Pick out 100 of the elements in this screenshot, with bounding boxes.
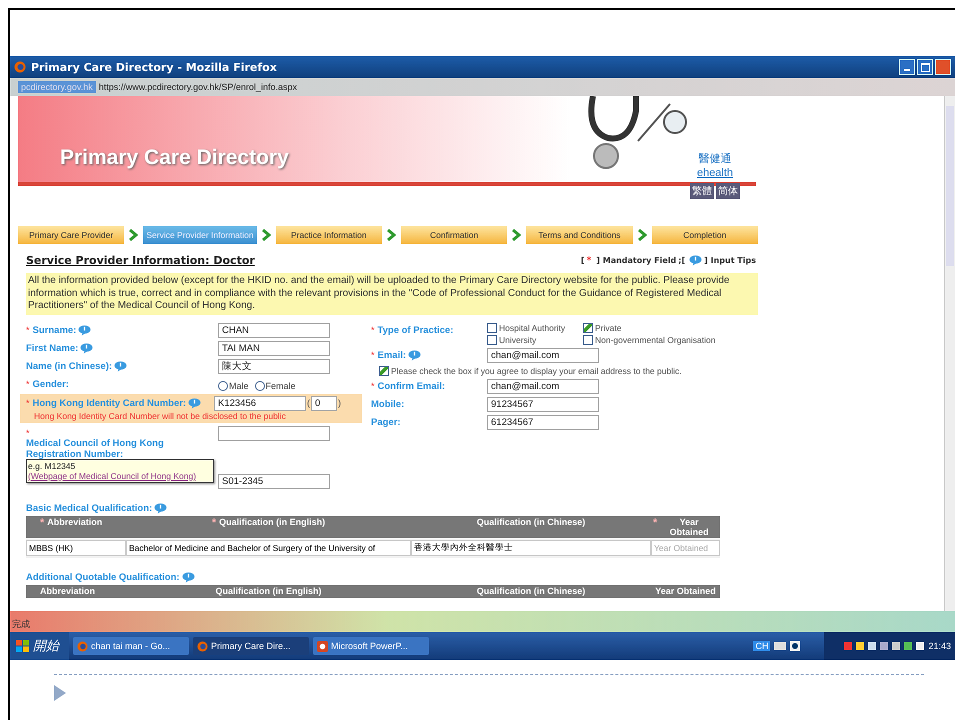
- text-field[interactable]: 陳大文: [218, 358, 330, 374]
- windows-flag-icon: [16, 640, 29, 652]
- field-label: First Name:: [26, 342, 78, 354]
- text-field[interactable]: [218, 426, 330, 440]
- presentation-icon: [317, 640, 328, 652]
- field-label: Mobile:: [371, 398, 404, 410]
- language-button[interactable]: 简体: [716, 183, 740, 199]
- minimize-button[interactable]: [899, 59, 915, 75]
- text-field[interactable]: S01-2345: [218, 474, 330, 488]
- text-field[interactable]: CHAN: [218, 322, 330, 338]
- speech-bubble-icon[interactable]: [689, 255, 702, 266]
- radio-button[interactable]: Male: [218, 380, 249, 390]
- table-cell-field[interactable]: MBBS (HK): [26, 540, 126, 556]
- notice-text: All the information provided below (except for the HKID no. and the email) will be uploaded to the Primary Care Directory website for the public. Please provide information which is true, correct and in compliance with the relevant provisions in the "Code of Professional Conduct for the Guidance of Registered Medical Practitioners" of the Medical Council of Hong Kong.: [26, 273, 758, 314]
- field-label: Surname:: [32, 324, 76, 336]
- speech-bubble-icon[interactable]: [80, 342, 94, 354]
- column-header: Qualification (in Chinese): [476, 516, 586, 529]
- table-cell-field[interactable]: Bachelor of Medicine and Bachelor of Surgery of the University of: [126, 540, 411, 556]
- required-asterisk: *: [371, 350, 375, 360]
- field-label: Gender:: [32, 378, 69, 390]
- text-field[interactable]: 61234567: [487, 414, 599, 430]
- column-header: Qualification (in Chinese): [476, 586, 586, 596]
- required-asterisk: *: [371, 325, 375, 335]
- text-field[interactable]: K123456: [214, 396, 306, 410]
- checkbox[interactable]: Non-governmental Organisation: [583, 334, 733, 344]
- speech-bubble-icon[interactable]: [408, 350, 422, 360]
- language-button[interactable]: 繁體: [690, 183, 714, 199]
- maximize-button[interactable]: [917, 59, 933, 75]
- chevron-icon: [129, 229, 138, 241]
- scrollbar[interactable]: [944, 96, 955, 611]
- section-heading: Service Provider Information: Doctor: [26, 254, 255, 267]
- legend-text: ] Mandatory Field: [596, 256, 676, 265]
- field-label: Pager:: [371, 416, 401, 428]
- taskbar-button[interactable]: Microsoft PowerP...: [313, 637, 429, 655]
- text-field[interactable]: TAI MAN: [218, 340, 330, 356]
- field-label: Name (in Chinese):: [26, 360, 112, 372]
- webpage-link[interactable]: (Webpage of Medical Council of Hong Kong): [28, 470, 212, 480]
- tooltip-text: e.g. M12345: [28, 460, 76, 470]
- checkbox[interactable]: Hospital Authority: [487, 322, 583, 332]
- legend-text: ] Input Tips: [704, 256, 756, 265]
- chevron-icon: [386, 229, 396, 241]
- field-label: Hong Kong Identity Card Number:: [32, 398, 186, 408]
- speech-bubble-icon[interactable]: [78, 324, 92, 336]
- text-field[interactable]: chan@mail.com: [487, 378, 599, 394]
- column-header: Qualification (in English): [215, 586, 322, 596]
- required-asterisk: *: [26, 325, 30, 335]
- required-asterisk: *: [653, 516, 658, 530]
- checkbox[interactable]: Private: [583, 322, 733, 332]
- firefox-icon: [197, 640, 208, 652]
- step-tab[interactable]: Completion: [652, 226, 758, 244]
- field-label: Confirm Email:: [378, 380, 446, 392]
- required-asterisk: *: [371, 381, 375, 391]
- speech-bubble-icon[interactable]: [188, 398, 202, 408]
- speech-bubble-icon[interactable]: [182, 572, 195, 582]
- text-field[interactable]: chan@mail.com: [487, 348, 599, 362]
- bracket-text: (: [307, 398, 310, 408]
- chevron-icon: [262, 229, 271, 241]
- logo-text: 醫健通: [698, 151, 732, 166]
- table-cell-field[interactable]: Year Obtained: [651, 540, 720, 556]
- warning-text: Hong Kong Identity Card Number will not be disclosed to the public: [33, 410, 287, 420]
- keyboard-icon[interactable]: [774, 642, 786, 650]
- radio-button[interactable]: Female: [254, 380, 296, 390]
- section-title: Additional Quotable Qualification:: [26, 572, 180, 582]
- tray-icons-drawing[interactable]: [844, 640, 924, 652]
- triangle-bullet-icon: [54, 685, 66, 701]
- taskbar-button[interactable]: Primary Care Dire...: [193, 637, 309, 655]
- logo-text: ehealth: [696, 167, 734, 179]
- chevron-icon: [512, 229, 522, 241]
- column-header: Year Obtained: [668, 516, 710, 536]
- address-field[interactable]: https://www.pcdirectory.gov.hk/SP/enrol_info.aspx: [98, 82, 297, 92]
- bracket-text: ): [338, 398, 341, 408]
- check-digit-field[interactable]: 0: [311, 396, 337, 410]
- section-title: Basic Medical Qualification:: [26, 502, 152, 514]
- field-label: Email:: [378, 350, 406, 360]
- close-button[interactable]: [935, 59, 951, 75]
- table-cell-field[interactable]: 香港大學內外全科醫學士: [411, 540, 651, 556]
- help-icon[interactable]: [790, 641, 800, 651]
- text-field[interactable]: 91234567: [487, 396, 599, 412]
- step-tab[interactable]: Practice Information: [276, 226, 382, 244]
- required-asterisk: *: [586, 256, 592, 266]
- required-asterisk: *: [212, 516, 216, 530]
- legend-text: ;[: [678, 256, 686, 265]
- firefox-icon: [14, 61, 26, 73]
- speech-bubble-icon[interactable]: [114, 360, 128, 372]
- column-header: Year Obtained: [655, 586, 716, 596]
- taskbar-button[interactable]: chan tai man - Go...: [73, 637, 189, 655]
- language-indicator[interactable]: CH: [753, 641, 770, 651]
- clock: 21:43: [928, 641, 951, 651]
- step-tab[interactable]: Terms and Conditions: [526, 226, 633, 244]
- step-tab[interactable]: Confirmation: [400, 226, 508, 244]
- firefox-icon: [77, 640, 88, 652]
- legend-text: [: [580, 256, 585, 265]
- start-button[interactable]: 開始: [10, 632, 69, 660]
- column-header: Abbreviation: [47, 516, 102, 528]
- step-tab[interactable]: Primary Care Provider: [18, 226, 124, 244]
- required-asterisk: *: [26, 428, 30, 438]
- required-asterisk: *: [26, 398, 30, 408]
- checkbox[interactable]: Please check the box if you agree to display your email address to the public.: [371, 366, 758, 376]
- checkbox[interactable]: University: [487, 334, 583, 344]
- speech-bubble-icon[interactable]: [154, 502, 168, 514]
